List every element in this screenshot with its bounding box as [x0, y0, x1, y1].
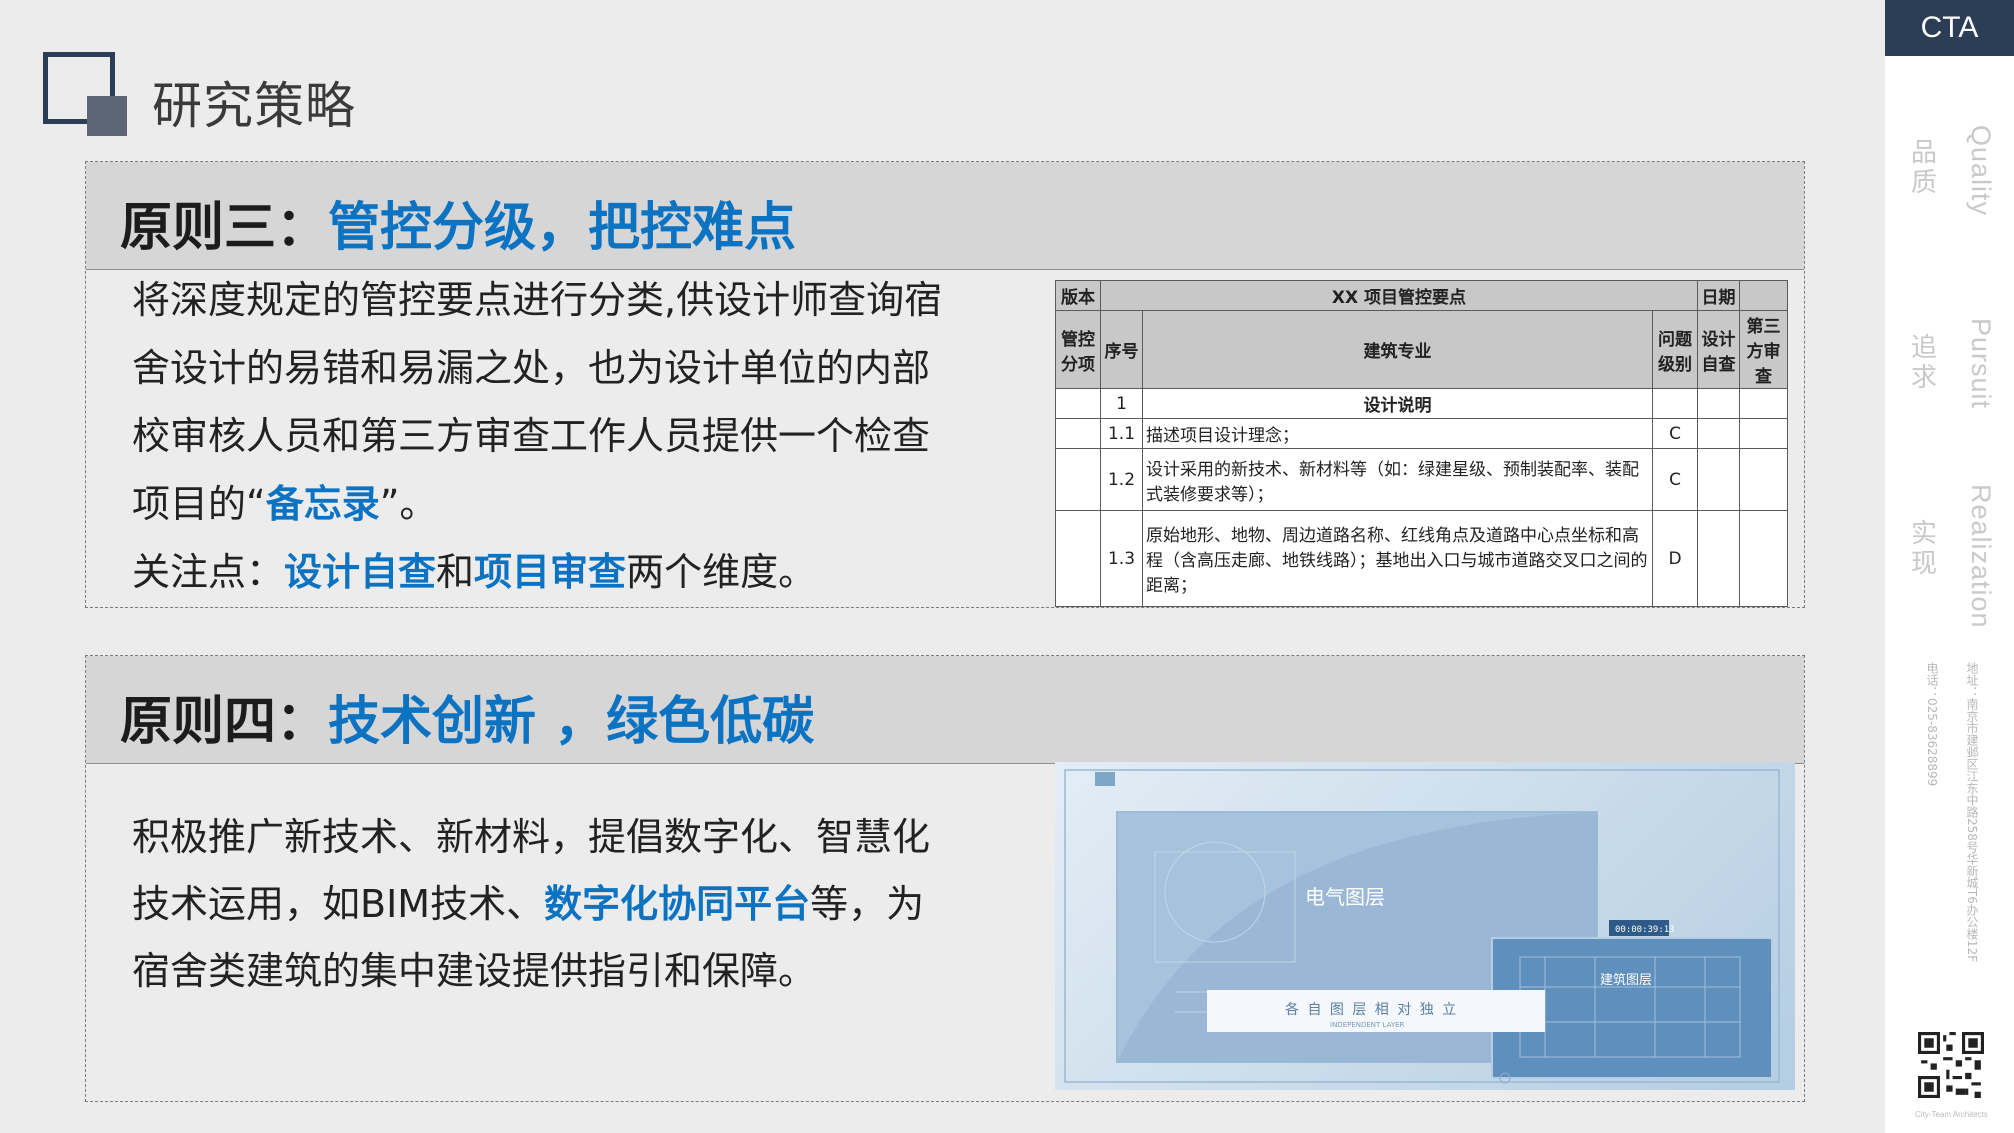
self-check-highlight: 设计自查 [284, 550, 437, 594]
control-points-table: 版本 XX 项目管控要点 日期 管控分项 序号 建筑专业 问题级别 设计自查 第… [1055, 280, 1788, 607]
sidebar-item-quality-en: Quality [1966, 125, 1996, 217]
principle-four-highlight: 技术创新 ，绿色低碳 [328, 692, 815, 752]
principle-three-highlight: 管控分级，把控难点 [328, 198, 797, 258]
table-row: 1.3 原始地形、地物、周边道路名称、红线角点及道路中心点坐标和高程（含高压走廊… [1055, 510, 1788, 607]
table-column-header-row: 管控分项 序号 建筑专业 问题级别 设计自查 第三方审查 [1055, 310, 1788, 389]
col-self-check: 设计自查 [1697, 310, 1740, 389]
principle-four-text: 积极推广新技术、新材料，提倡数字化、智慧化 技术运用，如BIM技术、数字化协同平… [132, 804, 952, 1005]
sub-layer-label: 建筑图层 [1600, 972, 1652, 988]
principle-three-title: 原则三：管控分级，把控难点 [120, 185, 796, 260]
col-category: 管控分项 [1055, 310, 1101, 389]
platform-illustration: 电气图层 建筑图层 00:00:39:13 各 自 图 层 相 对 独 立 IN… [1064, 769, 1780, 1084]
principle-three-header: 原则三：管控分级，把控难点 [86, 162, 1804, 270]
table-date-cell: 日期 [1697, 280, 1740, 311]
text-line: 关注点：设计自查和项目审查两个维度。 [132, 550, 817, 594]
sidebar-item-pursuit-cn: 追求 [1910, 333, 1937, 393]
col-seq: 序号 [1100, 310, 1143, 389]
project-review-highlight: 项目审查 [474, 550, 627, 594]
text-line: 技术运用，如BIM技术、数字化协同平台等，为 [132, 882, 925, 926]
principle-three-prefix: 原则三： [120, 198, 329, 258]
brand-logo: CTA [1885, 0, 2014, 56]
text-line: 项目的“备忘录”。 [132, 482, 438, 526]
table-version-cell: 版本 [1055, 280, 1101, 311]
qr-caption: City-Team Architects [1915, 1110, 1988, 1119]
col-third-party: 第三方审查 [1739, 310, 1788, 389]
text-line: 校审核人员和第三方审查工作人员提供一个检查 [132, 414, 931, 458]
timer-label: 00:00:39:13 [1615, 925, 1675, 935]
platform-highlight: 数字化协同平台 [544, 882, 811, 926]
banner-en-label: INDEPENDENT LAYER [1330, 1021, 1405, 1029]
contact-phone: 电话：025-83628899 [1925, 662, 1939, 787]
col-level: 问题级别 [1652, 310, 1698, 389]
sidebar-item-pursuit-en: Pursuit [1966, 318, 1996, 410]
memo-highlight: 备忘录 [265, 482, 380, 526]
title-logo-square [87, 96, 127, 136]
slide-main: 研究策略 原则三：管控分级，把控难点 将深度规定的管控要点进行分类,供设计师查询… [0, 0, 1885, 1133]
text-line: 积极推广新技术、新材料，提倡数字化、智慧化 [132, 815, 931, 859]
right-sidebar: CTA 品质 Quality 追求 Pursuit 实现 Realization… [1885, 0, 2014, 1133]
principle-four-header: 原则四：技术创新 ，绿色低碳 [86, 656, 1804, 764]
qr-code [1918, 1032, 1984, 1098]
table-row: 1.2 设计采用的新技术、新材料等（如：绿建星级、预制装配率、装配式装修要求等）… [1055, 448, 1788, 511]
text-line: 舍设计的易错和易漏之处，也为设计单位的内部 [132, 346, 931, 390]
sidebar-item-realization-en: Realization [1966, 484, 1996, 629]
table-row: 1.1 描述项目设计理念； C [1055, 418, 1788, 449]
table-title-cell: XX 项目管控要点 [1100, 280, 1698, 311]
page-title: 研究策略 [152, 77, 356, 135]
principle-four-prefix: 原则四： [120, 692, 329, 752]
layer-label: 电气图层 [1305, 885, 1385, 909]
sidebar-item-realization-cn: 实现 [1910, 519, 1937, 579]
table-row: 1 设计说明 [1055, 388, 1788, 419]
principle-three-text: 将深度规定的管控要点进行分类,供设计师查询宿 舍设计的易错和易漏之处，也为设计单… [132, 266, 952, 606]
text-line: 宿舍类建筑的集中建设提供指引和保障。 [132, 949, 817, 993]
text-line: 将深度规定的管控要点进行分类,供设计师查询宿 [132, 278, 943, 322]
banner-label: 各 自 图 层 相 对 独 立 [1285, 1002, 1458, 1018]
contact-address: 地址：南京市建邺区江东中路258号华新城T6办公楼12F [1965, 662, 1979, 963]
digital-platform-image: 电气图层 建筑图层 00:00:39:13 各 自 图 层 相 对 独 立 IN… [1055, 762, 1795, 1090]
sidebar-item-quality-cn: 品质 [1910, 138, 1937, 198]
principle-four-title: 原则四：技术创新 ，绿色低碳 [120, 679, 814, 754]
table-header-row: 版本 XX 项目管控要点 日期 [1055, 280, 1788, 311]
col-discipline: 建筑专业 [1142, 310, 1653, 389]
